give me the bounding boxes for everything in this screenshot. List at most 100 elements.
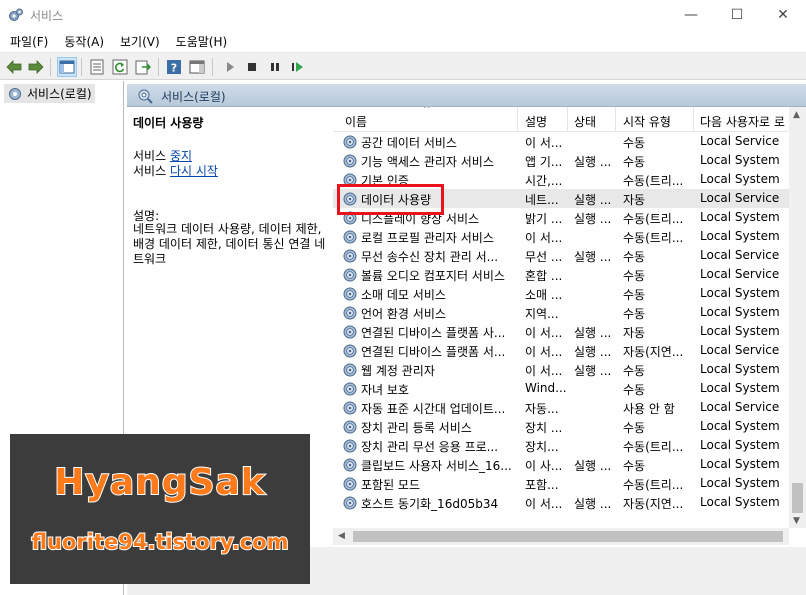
horizontal-scrollbar[interactable]: ◀ bbox=[333, 528, 789, 545]
restart-service-icon[interactable] bbox=[288, 57, 308, 77]
service-list: ^ 이름 설명 상태 시작 유형 다음 사용자로 로 공간 데이터 서비스 이 서… bbox=[333, 107, 806, 547]
service-startup-type-cell: 수동 bbox=[623, 383, 646, 397]
service-description-cell: 밝기 ... bbox=[525, 212, 563, 226]
service-description-cell: 장치... bbox=[525, 440, 559, 454]
service-logon-cell: Local Service bbox=[700, 267, 780, 281]
scroll-left-arrow-icon[interactable]: ◀ bbox=[338, 531, 345, 541]
service-row[interactable]: 장치 관리 등록 서비스 장치 ... 수동 Local System bbox=[333, 417, 789, 436]
gear-icon bbox=[9, 87, 21, 100]
service-startup-type-cell: 수동(트리... bbox=[623, 174, 684, 188]
service-startup-type-cell: 자동(지연... bbox=[623, 345, 684, 359]
service-name-cell: 웹 계정 관리자 bbox=[361, 364, 435, 378]
scroll-down-arrow-icon[interactable]: ▼ bbox=[793, 516, 800, 526]
stop-link[interactable]: 중지 bbox=[170, 149, 192, 163]
gear-icon bbox=[342, 153, 358, 169]
action-pane-icon[interactable] bbox=[187, 57, 207, 77]
gear-icon bbox=[342, 400, 358, 416]
column-header-name[interactable]: 이름 bbox=[345, 113, 367, 132]
service-description-cell: 이 사... bbox=[525, 459, 563, 473]
service-description-cell: 지역... bbox=[525, 307, 559, 321]
maximize-button[interactable]: ☐ bbox=[714, 0, 760, 30]
menu-file[interactable]: 파일(F) bbox=[0, 30, 54, 52]
service-logon-cell: Local System bbox=[700, 362, 780, 376]
service-row[interactable]: 공간 데이터 서비스 이 서... 수동 Local Service bbox=[333, 132, 789, 151]
service-logon-cell: Local System bbox=[700, 286, 780, 300]
service-row[interactable]: 자동 표준 시간대 업데이트... 자동... 사용 안 함 Local Servic… bbox=[333, 398, 789, 417]
service-startup-type-cell: 수동 bbox=[623, 459, 646, 473]
service-row[interactable]: 연결된 디바이스 플랫폼 사... 이 서... 실행 ... 자동 Local Sys… bbox=[333, 322, 789, 341]
start-service-icon[interactable] bbox=[220, 57, 240, 77]
horizontal-scroll-thumb[interactable] bbox=[353, 531, 783, 542]
service-row[interactable]: 언어 환경 서비스 지역... 수동 Local System bbox=[333, 303, 789, 322]
forward-arrow-icon[interactable] bbox=[26, 57, 46, 77]
properties-icon[interactable] bbox=[87, 57, 107, 77]
service-row[interactable]: 로컬 프로필 관리자 서비스 이 서... 수동(트리... Local System bbox=[333, 227, 789, 246]
vertical-scrollbar[interactable]: ▲ ▼ bbox=[789, 107, 806, 528]
service-row[interactable]: 자녀 보호 Wind... 수동 Local System bbox=[333, 379, 789, 398]
tree-node-services-local[interactable]: 서비스(로컬) bbox=[4, 84, 95, 103]
service-startup-type-cell: 수동(트리... bbox=[623, 212, 684, 226]
menu-view[interactable]: 보기(V) bbox=[110, 30, 166, 52]
service-row[interactable]: 호스트 동기화_16d05b34 이 서... 실행 ... 자동(지연... Loca… bbox=[333, 493, 789, 512]
column-header-status[interactable]: 상태 bbox=[574, 113, 596, 132]
column-header-description[interactable]: 설명 bbox=[525, 113, 547, 132]
service-description-cell: 이 서... bbox=[525, 345, 563, 359]
service-logon-cell: Local System bbox=[700, 324, 780, 338]
magnifier-gear-icon bbox=[138, 89, 153, 104]
service-logon-cell: Local Service bbox=[700, 400, 780, 414]
console-tree-icon[interactable] bbox=[57, 57, 77, 77]
pause-service-icon[interactable] bbox=[265, 57, 285, 77]
service-description-cell: 이 서... bbox=[525, 497, 563, 511]
restart-prefix: 서비스 bbox=[133, 164, 170, 178]
vertical-scroll-thumb[interactable] bbox=[792, 483, 803, 513]
watermark-overlay: HyangSak fluorite94.tistory.com bbox=[10, 434, 310, 584]
service-status-cell: 실행 ... bbox=[574, 155, 612, 169]
column-header-row: ^ 이름 설명 상태 시작 유형 다음 사용자로 로 bbox=[333, 107, 806, 132]
export-list-icon[interactable] bbox=[133, 57, 153, 77]
service-row[interactable]: 소매 데모 서비스 소매 ... 수동 Local System bbox=[333, 284, 789, 303]
scroll-up-arrow-icon[interactable]: ▲ bbox=[793, 110, 800, 120]
window-title: 서비스 bbox=[30, 9, 64, 23]
gear-icon bbox=[342, 286, 358, 302]
service-name-cell: 무선 송수신 장치 관리 서... bbox=[361, 250, 499, 264]
service-description-cell: 자동... bbox=[525, 402, 559, 416]
service-name-cell: 기능 액세스 관리자 서비스 bbox=[361, 155, 494, 169]
service-startup-type-cell: 자동(지연... bbox=[623, 497, 684, 511]
service-description-cell: 앱 기... bbox=[525, 155, 563, 169]
column-header-logon-as[interactable]: 다음 사용자로 로 bbox=[700, 113, 785, 132]
minimize-button[interactable]: — bbox=[668, 0, 714, 30]
gear-icon bbox=[342, 457, 358, 473]
service-description-cell: 이 서... bbox=[525, 364, 563, 378]
service-logon-cell: Local System bbox=[700, 381, 780, 395]
help-icon[interactable]: ? bbox=[164, 57, 184, 77]
service-row[interactable]: 무선 송수신 장치 관리 서... 무선 ... 실행 ... 수동 Local Ser… bbox=[333, 246, 789, 265]
service-row[interactable]: 연결된 디바이스 플랫폼 서... 이 서... 실행 ... 자동(지연... Loc… bbox=[333, 341, 789, 360]
service-logon-cell: Local Service bbox=[700, 134, 780, 148]
service-startup-type-cell: 수동 bbox=[623, 136, 646, 150]
gear-icon bbox=[342, 381, 358, 397]
service-logon-cell: Local System bbox=[700, 419, 780, 433]
service-row[interactable]: 장치 관리 무선 응용 프로... 장치... 수동(트리... Local Syst… bbox=[333, 436, 789, 455]
service-logon-cell: Local System bbox=[700, 438, 780, 452]
close-button[interactable]: ✕ bbox=[760, 0, 806, 30]
service-row[interactable]: 클립보드 사용자 서비스_16... 이 사... 실행 ... 수동 Local Sy… bbox=[333, 455, 789, 474]
gear-icon bbox=[342, 324, 358, 340]
service-startup-type-cell: 수동 bbox=[623, 288, 646, 302]
service-name-cell: 볼륨 오디오 컴포지터 서비스 bbox=[361, 269, 505, 283]
service-startup-type-cell: 수동 bbox=[623, 307, 646, 321]
service-row[interactable]: 포함된 모드 포함... 수동(트리... Local System bbox=[333, 474, 789, 493]
service-startup-type-cell: 사용 안 함 bbox=[623, 402, 675, 416]
refresh-icon[interactable] bbox=[110, 57, 130, 77]
menu-help[interactable]: 도움말(H) bbox=[166, 30, 234, 52]
service-name-cell: 소매 데모 서비스 bbox=[361, 288, 446, 302]
back-arrow-icon[interactable] bbox=[4, 57, 24, 77]
service-row[interactable]: 기능 액세스 관리자 서비스 앱 기... 실행 ... 수동 Local System bbox=[333, 151, 789, 170]
column-header-startup-type[interactable]: 시작 유형 bbox=[623, 113, 671, 132]
stop-service-icon[interactable] bbox=[242, 57, 262, 77]
service-row[interactable]: 볼륨 오디오 컴포지터 서비스 혼합 ... 수동 Local Service bbox=[333, 265, 789, 284]
service-status-cell: 실행 ... bbox=[574, 326, 612, 340]
tree-node-label: 서비스(로컬) bbox=[27, 87, 92, 101]
menu-action[interactable]: 동작(A) bbox=[54, 30, 110, 52]
service-row[interactable]: 웹 계정 관리자 이 서... 실행 ... 수동 Local System bbox=[333, 360, 789, 379]
restart-link[interactable]: 다시 시작 bbox=[170, 164, 218, 178]
